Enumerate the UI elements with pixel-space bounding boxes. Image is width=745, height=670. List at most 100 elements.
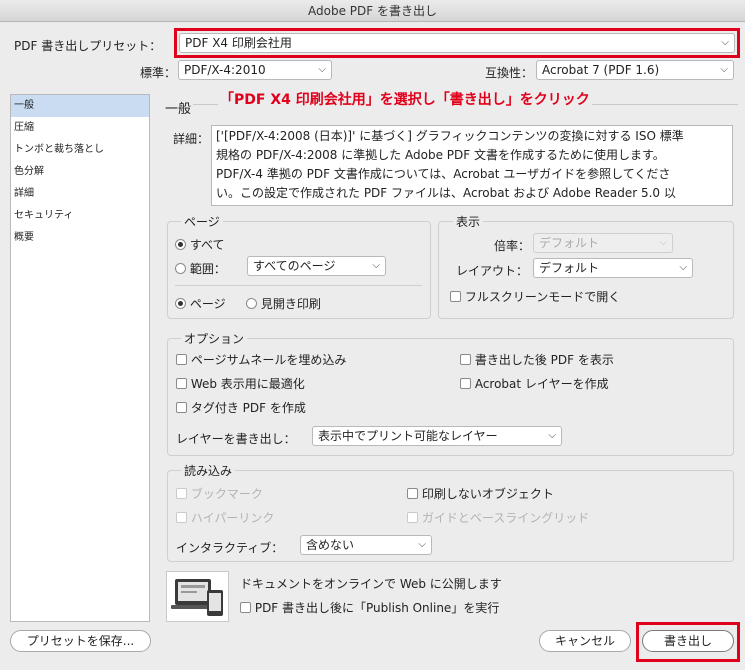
checkbox-icon xyxy=(407,488,418,499)
publish-online-text: ドキュメントをオンラインで Web に公開します xyxy=(240,577,502,591)
spreads-label: 見開き印刷 xyxy=(260,297,321,311)
checkbox-icon xyxy=(407,512,418,523)
standard-value: PDF/X-4:2010 xyxy=(184,63,266,77)
pages-range-label: 範囲： xyxy=(189,262,226,276)
description-textarea[interactable]: ['[PDF/X-4:2008 (日本)]' に基づく] グラフィックコンテンツ… xyxy=(211,125,733,206)
preset-label: PDF 書き出しプリセット： xyxy=(14,39,162,53)
radio-selected-icon xyxy=(175,298,186,309)
chevron-down-icon: ⌵ xyxy=(679,262,687,273)
sidebar-item-security[interactable]: セキュリティ xyxy=(11,205,149,227)
section-heading: 一般 xyxy=(165,102,192,117)
guides-option[interactable]: ガイドとベースライングリッド xyxy=(407,509,589,526)
view-group-title: 表示 xyxy=(453,213,484,230)
include-group-title: 読み込み xyxy=(181,462,236,479)
non-printing-option[interactable]: 印刷しないオブジェクト xyxy=(407,485,554,502)
export-button[interactable]: 書き出し xyxy=(642,630,734,652)
layout-value: デフォルト xyxy=(539,261,600,275)
layout-select[interactable]: デフォルト ⌵ xyxy=(533,258,693,278)
non-printing-label: 印刷しないオブジェクト xyxy=(421,487,554,501)
interactive-value: 含めない xyxy=(306,538,355,552)
interactive-select[interactable]: 含めない ⌵ xyxy=(300,535,432,555)
chevron-down-icon: ⌵ xyxy=(418,539,426,550)
pages-divider xyxy=(175,285,422,286)
chevron-down-icon: ⌵ xyxy=(372,260,380,271)
checkbox-icon xyxy=(176,488,187,499)
compat-label: 互換性： xyxy=(485,66,534,80)
interactive-label: インタラクティブ： xyxy=(176,541,284,555)
sidebar-item-advanced[interactable]: 詳細 xyxy=(11,183,149,205)
export-layers-label: レイヤーを書き出し： xyxy=(176,432,296,446)
checkbox-icon xyxy=(450,291,461,302)
thumbnails-option[interactable]: ページサムネールを埋め込み xyxy=(176,351,346,368)
options-group-title: オプション xyxy=(181,330,248,347)
zoom-value: デフォルト xyxy=(539,236,600,250)
sidebar-item-output[interactable]: 色分解 xyxy=(11,161,149,183)
checkbox-icon xyxy=(176,402,187,413)
pages-mode-label: ページ xyxy=(189,297,226,311)
web-optimize-option[interactable]: Web 表示用に最適化 xyxy=(176,375,305,392)
bookmarks-option[interactable]: ブックマーク xyxy=(176,485,263,502)
view-after-option[interactable]: 書き出した後 PDF を表示 xyxy=(460,351,614,368)
thumbnails-label: ページサムネールを埋め込み xyxy=(190,353,347,367)
pages-range-option[interactable]: 範囲： xyxy=(175,260,226,277)
cancel-button[interactable]: キャンセル xyxy=(539,630,631,652)
category-sidebar: 一般 圧縮 トンボと裁ち落とし 色分解 詳細 セキュリティ 概要 xyxy=(10,94,150,622)
tagged-pdf-label: タグ付き PDF を作成 xyxy=(190,401,306,415)
description-label: 詳細： xyxy=(173,132,210,146)
hyperlinks-label: ハイパーリンク xyxy=(190,511,275,525)
zoom-select[interactable]: デフォルト ⌵ xyxy=(533,233,673,253)
chevron-down-icon: ⌵ xyxy=(721,37,729,48)
checkbox-icon xyxy=(176,354,187,365)
pages-mode-option[interactable]: ページ xyxy=(175,295,226,312)
standard-label: 標準： xyxy=(140,66,177,80)
bookmarks-label: ブックマーク xyxy=(190,487,263,501)
radio-icon xyxy=(175,263,186,274)
tagged-pdf-option[interactable]: タグ付き PDF を作成 xyxy=(176,399,306,416)
publish-online-icon xyxy=(166,571,229,622)
acrobat-layers-label: Acrobat レイヤーを作成 xyxy=(474,377,609,391)
checkbox-icon xyxy=(176,512,187,523)
view-after-label: 書き出した後 PDF を表示 xyxy=(474,353,614,367)
hyperlinks-option[interactable]: ハイパーリンク xyxy=(176,509,274,526)
description-line: PDF/X-4 準拠の PDF 文書作成については、Acrobat ユーザガイド… xyxy=(216,167,671,181)
chevron-down-icon: ⌵ xyxy=(548,430,556,441)
description-line: ['[PDF/X-4:2008 (日本)]' に基づく] グラフィックコンテンツ… xyxy=(216,129,684,143)
radio-icon xyxy=(246,298,257,309)
fullscreen-option[interactable]: フルスクリーンモードで開く xyxy=(450,288,620,305)
compat-value: Acrobat 7 (PDF 1.6) xyxy=(542,63,660,77)
checkbox-icon xyxy=(240,602,251,613)
instruction-annotation: 「PDF X4 印刷会社用」を選択し「書き出し」をクリック xyxy=(218,89,592,109)
preset-select[interactable]: PDF X4 印刷会社用 ⌵ xyxy=(179,33,735,53)
range-select[interactable]: すべてのページ ⌵ xyxy=(247,256,386,276)
pages-group-title: ページ xyxy=(181,213,223,230)
layout-label: レイアウト： xyxy=(456,264,529,278)
web-optimize-label: Web 表示用に最適化 xyxy=(190,377,305,391)
export-layers-value: 表示中でプリント可能なレイヤー xyxy=(318,429,498,443)
fullscreen-label: フルスクリーンモードで開く xyxy=(464,290,621,304)
pages-all-label: すべて xyxy=(189,238,225,252)
window-title: Adobe PDF を書き出し xyxy=(0,0,745,22)
chevron-down-icon: ⌵ xyxy=(318,64,326,75)
range-value: すべてのページ xyxy=(253,259,336,273)
publish-online-option[interactable]: PDF 書き出し後に「Publish Online」を実行 xyxy=(240,599,499,616)
publish-online-label: PDF 書き出し後に「Publish Online」を実行 xyxy=(254,601,500,615)
checkbox-icon xyxy=(460,378,471,389)
sidebar-item-general[interactable]: 一般 xyxy=(11,95,149,117)
acrobat-layers-option[interactable]: Acrobat レイヤーを作成 xyxy=(460,375,609,392)
sidebar-item-summary[interactable]: 概要 xyxy=(11,227,149,249)
guides-label: ガイドとベースライングリッド xyxy=(421,511,590,525)
spreads-option[interactable]: 見開き印刷 xyxy=(246,295,321,312)
save-preset-button[interactable]: プリセットを保存... xyxy=(10,630,151,652)
compat-select[interactable]: Acrobat 7 (PDF 1.6) ⌵ xyxy=(536,60,734,80)
standard-select[interactable]: PDF/X-4:2010 ⌵ xyxy=(178,60,332,80)
chevron-down-icon: ⌵ xyxy=(720,64,728,75)
sidebar-item-marks-bleeds[interactable]: トンボと裁ち落とし xyxy=(11,139,149,161)
preset-value: PDF X4 印刷会社用 xyxy=(185,36,292,50)
description-line: い。この設定で作成された PDF ファイルは、Acrobat および Adobe… xyxy=(216,186,676,200)
pages-all-option[interactable]: すべて xyxy=(175,236,225,253)
radio-selected-icon xyxy=(175,239,186,250)
export-layers-select[interactable]: 表示中でプリント可能なレイヤー ⌵ xyxy=(312,426,562,446)
checkbox-icon xyxy=(460,354,471,365)
sidebar-item-compression[interactable]: 圧縮 xyxy=(11,117,149,139)
zoom-label: 倍率： xyxy=(494,239,531,253)
